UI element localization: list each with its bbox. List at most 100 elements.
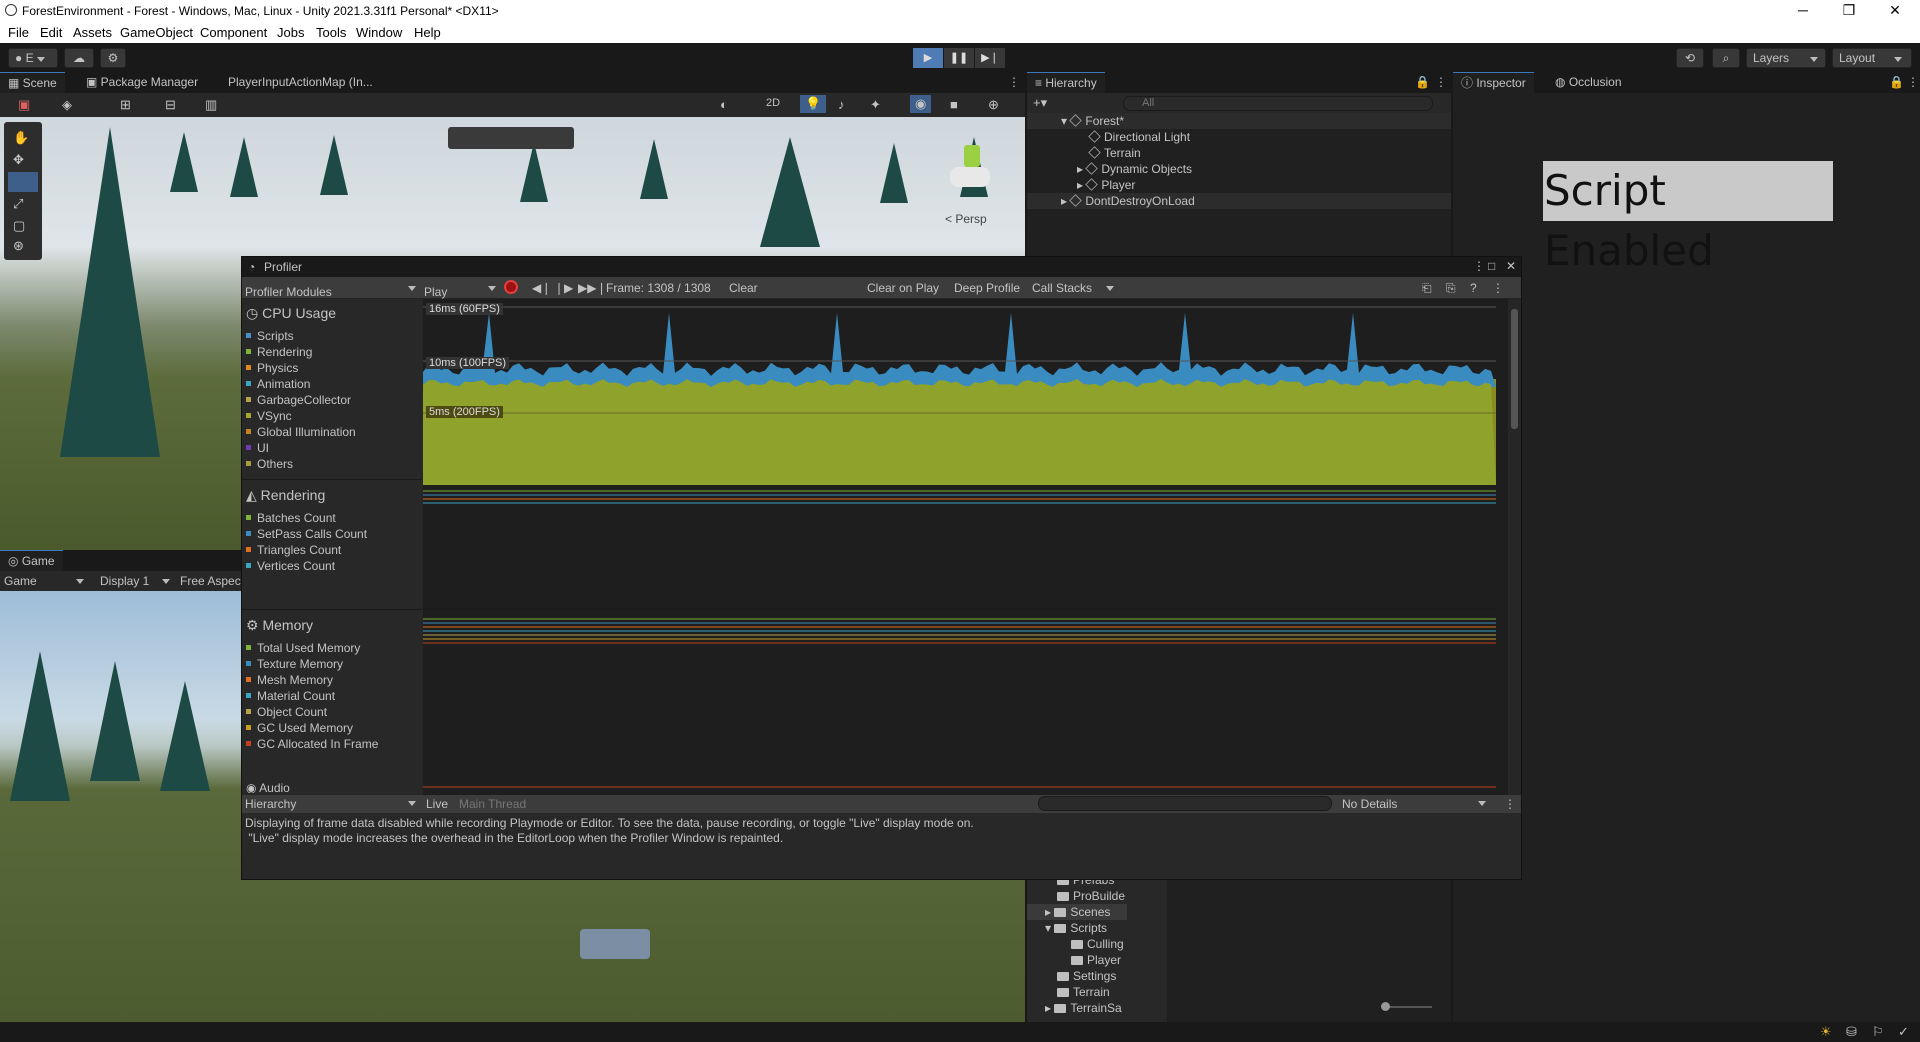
gizmos-icon[interactable]: ⊕ (988, 97, 999, 113)
folder-item[interactable]: ProBuilde (1027, 888, 1125, 904)
load-icon[interactable]: ⎗ (1422, 281, 1432, 296)
menu-gameobject[interactable]: GameObject (120, 25, 193, 40)
tab-occlusion[interactable]: ◍ Occlusion (1547, 72, 1630, 93)
add-object-icon[interactable]: +▾ (1033, 95, 1047, 111)
cpu-item[interactable]: GarbageCollector (246, 393, 351, 407)
profiler-menu-icon[interactable]: ⋮ (1473, 259, 1485, 273)
rendering-item[interactable]: Triangles Count (246, 543, 341, 557)
record-button[interactable] (504, 280, 518, 294)
memory-item[interactable]: Texture Memory (246, 657, 343, 671)
cpu-item[interactable]: Scripts (246, 329, 294, 343)
close-icon[interactable]: ✕ (1506, 259, 1516, 273)
history-icon[interactable]: ⟲ (1676, 48, 1704, 68)
snap-settings-icon[interactable]: ▥ (205, 97, 217, 113)
menu-file[interactable]: File (8, 25, 29, 40)
folder-item[interactable]: Player (1027, 952, 1121, 968)
rotate-tool-icon[interactable] (8, 172, 38, 192)
scale-tool-icon[interactable]: ⤢ (13, 196, 23, 212)
step-button[interactable]: ▶❘ (975, 48, 1005, 68)
cpu-item[interactable]: Others (246, 457, 293, 471)
account-button[interactable]: ● E (8, 48, 58, 68)
gizmo-y-axis[interactable] (964, 145, 980, 167)
menu-edit[interactable]: Edit (40, 25, 62, 40)
folder-item[interactable]: Culling (1027, 936, 1124, 952)
menu-component[interactable]: Component (200, 25, 267, 40)
scene-menu-icon[interactable]: ⋮ (1000, 72, 1028, 93)
clear-button[interactable]: Clear (729, 281, 758, 295)
hierarchy-search-input[interactable]: All (1123, 96, 1433, 111)
rendering-item[interactable]: SetPass Calls Count (246, 527, 367, 541)
notification-icon[interactable]: ✓ (1898, 1024, 1909, 1040)
rect-tool-icon[interactable]: ▢ (13, 218, 25, 234)
hierarchy-item-terrain[interactable]: Terrain (1027, 145, 1141, 161)
details-menu-icon[interactable]: ⋮ (1504, 797, 1516, 811)
game-mode-dropdown[interactable]: Game (4, 574, 37, 588)
layers-dropdown[interactable]: Layers (1746, 48, 1826, 68)
maximize-button[interactable]: ❐ (1826, 0, 1872, 22)
menu-help[interactable]: Help (414, 25, 441, 40)
menu-jobs[interactable]: Jobs (277, 25, 304, 40)
cpu-item[interactable]: Global Illumination (246, 425, 356, 439)
cpu-item[interactable]: Physics (246, 361, 298, 375)
tab-inspector[interactable]: ⓘ Inspector (1453, 72, 1534, 93)
pause-button[interactable]: ❚❚ (944, 48, 974, 68)
hierarchy-item-forest[interactable]: ▾ Forest* (1027, 113, 1451, 129)
grid-snap-icon[interactable]: ⊞ (120, 97, 131, 113)
search-icon[interactable]: ⌕ (1712, 48, 1740, 68)
increment-snap-icon[interactable]: ⊟ (165, 97, 176, 113)
audio-module-header[interactable]: ◉ Audio (246, 781, 290, 793)
toggle-2d-button[interactable]: 2D (766, 97, 780, 109)
thread-dropdown[interactable]: Main Thread (459, 797, 526, 811)
close-window-button[interactable]: ✕ (1872, 0, 1918, 22)
folder-item[interactable]: ▸ TerrainSa (1027, 1000, 1122, 1016)
hierarchy-item-dynamic-objects[interactable]: ▸ Dynamic Objects (1027, 161, 1192, 177)
folder-item[interactable]: ▸ Scenes (1027, 904, 1127, 920)
next-frame-icon[interactable]: ❘▶ (554, 281, 573, 295)
scrollbar-thumb[interactable] (1511, 309, 1518, 429)
memory-item[interactable]: GC Used Memory (246, 721, 353, 735)
view-type-dropdown[interactable]: Hierarchy (245, 797, 296, 811)
hand-tool-icon[interactable]: ✋ (13, 130, 29, 146)
menu-assets[interactable]: Assets (73, 25, 112, 40)
hierarchy-item-player[interactable]: ▸ Player (1027, 177, 1135, 193)
call-stacks-dropdown[interactable]: Call Stacks (1032, 281, 1092, 295)
cloud-icon[interactable]: ☁ (64, 48, 94, 68)
shading-mode-icon[interactable]: ◐ (720, 97, 728, 112)
audio-toggle-icon[interactable]: ♪ (838, 97, 845, 112)
folder-item[interactable]: Settings (1027, 968, 1116, 984)
cpu-usage-module-header[interactable]: ◷ CPU Usage (246, 305, 336, 322)
memory-module-header[interactable]: ⚙ Memory (246, 617, 313, 634)
move-tool-icon[interactable]: ✥ (13, 152, 24, 168)
hidden-objects-icon[interactable]: ◉ (910, 95, 932, 113)
inspector-menu-icon[interactable]: ⋮ (1899, 72, 1920, 93)
details-dropdown[interactable]: No Details (1342, 797, 1397, 811)
current-frame-icon[interactable]: ▶▶❘ (578, 281, 607, 295)
effects-icon[interactable]: ✦ (870, 97, 881, 113)
cpu-item[interactable]: UI (246, 441, 269, 455)
graph-scrollbar[interactable] (1509, 299, 1521, 795)
tab-game[interactable]: ◎ Game (0, 550, 63, 571)
lighting-toggle-icon[interactable]: 💡 (800, 95, 827, 113)
tab-input-action-map[interactable]: PlayerInputActionMap (In... (220, 72, 381, 93)
tab-hierarchy[interactable]: ≡ Hierarchy (1027, 72, 1105, 93)
view-tools-overlay[interactable] (448, 127, 574, 149)
baking-icon[interactable]: ☀ (1820, 1024, 1832, 1040)
aspect-dropdown[interactable]: Free Aspect (180, 574, 244, 588)
tab-package-manager[interactable]: ▣ Package Manager (78, 72, 206, 93)
camera-icon[interactable]: ■ (950, 97, 958, 112)
rendering-item[interactable]: Vertices Count (246, 559, 335, 573)
live-toggle[interactable]: Live (426, 797, 448, 811)
memory-item[interactable]: Mesh Memory (246, 673, 333, 687)
cpu-usage-graph[interactable] (423, 299, 1508, 795)
menu-window[interactable]: Window (356, 25, 402, 40)
cpu-item[interactable]: Animation (246, 377, 310, 391)
folder-item[interactable]: Terrain (1027, 984, 1110, 1000)
memory-item[interactable]: GC Allocated In Frame (246, 737, 378, 751)
tab-scene[interactable]: ▦ Scene (0, 72, 65, 93)
layout-dropdown[interactable]: Layout (1832, 48, 1912, 68)
hierarchy-item-directional-light[interactable]: Directional Light (1027, 129, 1190, 145)
menu-tools[interactable]: Tools (316, 25, 346, 40)
gizmo-cube[interactable] (950, 167, 990, 187)
memory-item[interactable]: Total Used Memory (246, 641, 360, 655)
prev-frame-icon[interactable]: ◀❘ (532, 281, 551, 295)
